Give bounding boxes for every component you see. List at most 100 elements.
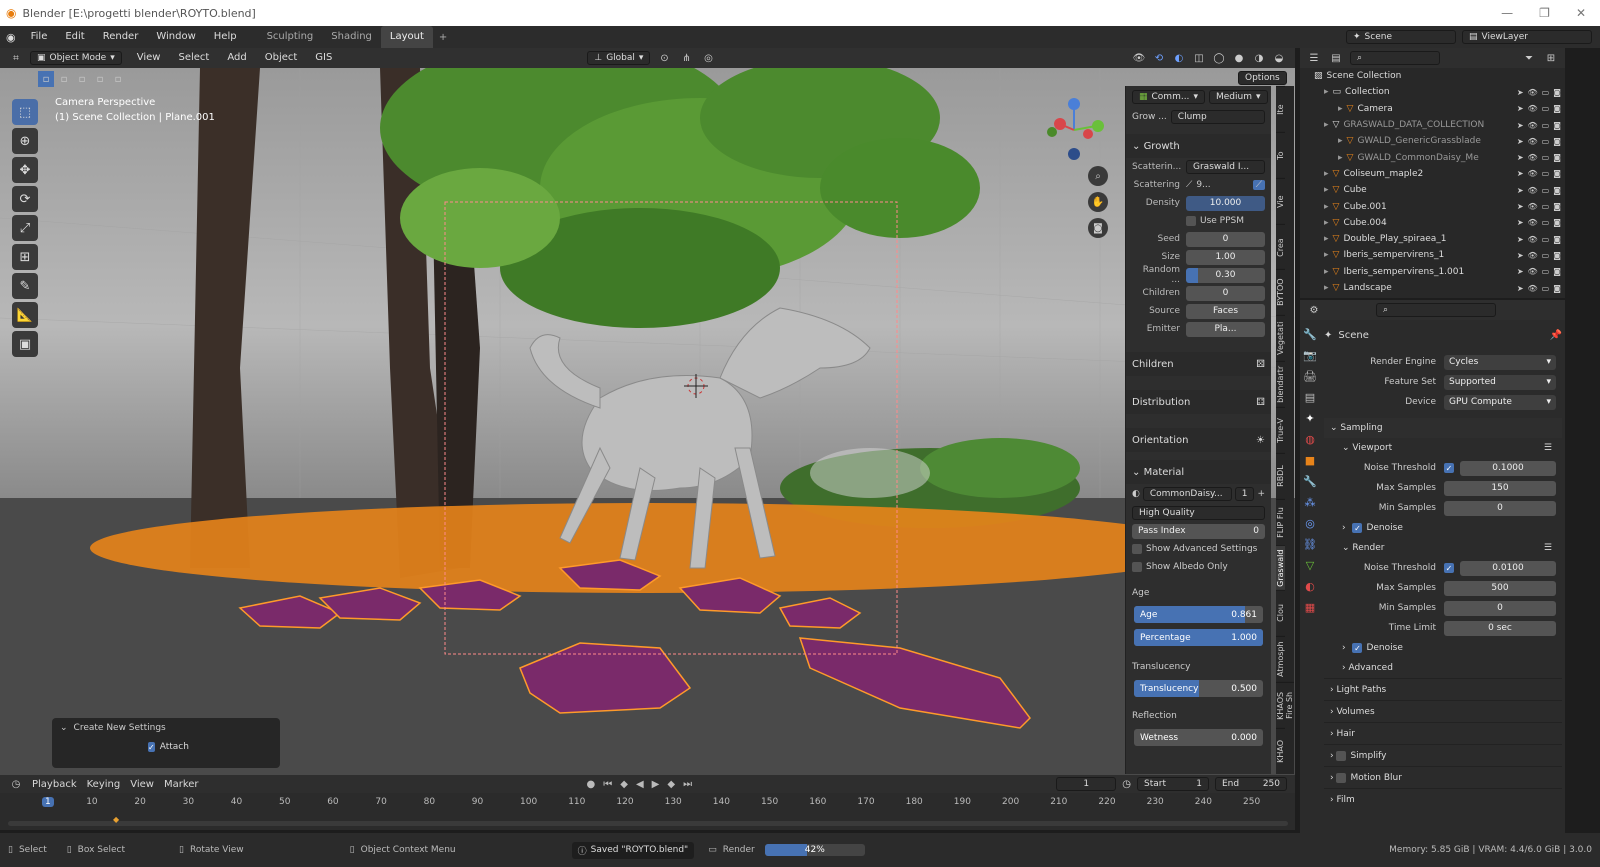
select-icon[interactable]: ➤ [1517,88,1524,97]
feature-set-selector[interactable]: Supported ▾ [1444,374,1556,390]
xray-icon[interactable]: ◫ [1191,50,1207,66]
grow-selector[interactable]: Clump [1170,110,1265,124]
measure-tool-icon[interactable]: 📐 [12,302,38,328]
menu-render[interactable]: Render [94,26,148,48]
select-icon[interactable]: ➤ [1517,202,1524,211]
outliner-item[interactable]: ▸ ▽ GWALD_CommonDaisy_Me ➤ 👁 ▭ ◙ [1300,149,1565,165]
viewport-icon[interactable]: ▭ [1542,186,1550,195]
sidebar-tab-true-v[interactable]: True-V [1276,407,1285,453]
outliner-item[interactable]: ▸ ▽ Double_Play_spiraea_1 ➤ 👁 ▭ ◙ [1300,231,1565,247]
constraints-tab-icon[interactable]: ⛓ [1303,538,1317,551]
orientation-section[interactable]: Orientation ☀ [1126,428,1271,452]
menu-file[interactable]: File [22,26,57,48]
start-frame-field[interactable]: Start 1 [1137,777,1209,791]
options-button[interactable]: Options [1238,71,1287,85]
expand-arrow-icon[interactable]: ▸ [1324,283,1329,293]
viewport-icon[interactable]: ▭ [1542,88,1550,97]
material-users[interactable]: 1 [1234,487,1255,501]
eye-icon[interactable]: 👁 [1528,267,1538,276]
redo-panel-header[interactable]: ⌄ Create New Settings [52,718,280,738]
viewport-icon[interactable]: ▭ [1542,104,1550,113]
camera-render-icon[interactable]: ◙ [1553,88,1561,97]
render-tab-icon[interactable]: 📷 [1303,349,1317,362]
orientation-selector[interactable]: ⊥ Global ▾ [587,51,651,65]
quality-selector[interactable]: Medium ▾ [1208,90,1268,104]
outliner-item[interactable]: ▸ ▽ Iberis_sempervirens_1 ➤ 👁 ▭ ◙ [1300,247,1565,263]
maximize-icon[interactable]: ❐ [1539,6,1550,20]
render-min-samples-field[interactable]: 0 [1444,600,1556,616]
select-icon[interactable]: ➤ [1517,169,1524,178]
select-icon[interactable]: ➤ [1517,186,1524,195]
sidebar-tab-atmosph[interactable]: Atmosph [1276,636,1285,683]
sidebar-tab-khaos-fire-sh[interactable]: KHAOS Fire Sh [1276,682,1294,729]
expand-arrow-icon[interactable]: ▸ [1324,185,1329,195]
panel-motion-blur[interactable]: › Motion Blur [1324,766,1562,788]
vp-min-samples-field[interactable]: 0 [1444,500,1556,516]
outliner-item[interactable]: ▸ ▽ Cube.001 ➤ 👁 ▭ ◙ [1300,198,1565,214]
rotate-tool-icon[interactable]: ⟳ [12,186,38,212]
select-new-icon[interactable]: ▫ [38,71,54,87]
timeline-menu-marker[interactable]: Marker [164,779,199,790]
material-quality-selector[interactable]: High Quality [1132,506,1265,520]
expand-arrow-icon[interactable]: ▸ [1324,120,1329,130]
select-intersect-icon[interactable]: ▫ [110,71,126,87]
eye-icon[interactable]: 👁 [1528,202,1538,211]
scale-tool-icon[interactable]: ⤢ [12,215,38,241]
camera-render-icon[interactable]: ◙ [1553,169,1561,178]
sampling-panel[interactable]: ⌄ Sampling [1324,418,1562,438]
sidebar-tab-graswald[interactable]: Graswald [1276,544,1285,591]
zoom-icon[interactable]: ⌕ [1088,166,1108,186]
viewport-icon[interactable]: ▭ [1542,202,1550,211]
cursor-tool-icon[interactable]: ⊕ [12,128,38,154]
select-icon[interactable]: ➤ [1517,153,1524,162]
eye-icon[interactable]: 👁 [1528,235,1538,244]
device-selector[interactable]: GPU Compute ▾ [1444,394,1556,410]
select-icon[interactable]: ➤ [1517,104,1524,113]
material-shading-icon[interactable]: ◑ [1251,50,1267,66]
properties-editor-icon[interactable]: ⚙ [1306,302,1322,318]
outliner-item[interactable]: ▸ ▽ Landscape ➤ 👁 ▭ ◙ [1300,280,1565,296]
viewport-icon[interactable]: ▭ [1542,251,1550,260]
panel-light-paths[interactable]: › Light Paths [1324,678,1562,700]
camera-render-icon[interactable]: ◙ [1553,137,1561,146]
viewport-icon[interactable]: ▭ [1542,218,1550,227]
field-emitter[interactable]: Pla... [1186,321,1265,337]
timeline-menu-playback[interactable]: Playback [32,779,77,790]
editor-type-icon[interactable]: ⌗ [8,50,24,66]
3d-viewport[interactable]: Camera Perspective (1) Scene Collection … [0,68,1295,775]
select-icon[interactable]: ➤ [1517,235,1524,244]
wireframe-shading-icon[interactable]: ◯ [1211,50,1227,66]
filter-icon[interactable]: ⏷ [1521,50,1537,66]
outliner-item[interactable]: ▸ ▽ Camera ➤ 👁 ▭ ◙ [1300,101,1565,117]
select-box-tool-icon[interactable]: ⬚ [12,99,38,125]
camera-view-icon[interactable]: ◙ [1088,218,1108,238]
viewlayer-selector[interactable]: ▤ ViewLayer [1462,30,1592,44]
snap-icon[interactable]: ⋔ [678,50,694,66]
timeline-menu-keying[interactable]: Keying [87,779,121,790]
menu-edit[interactable]: Edit [56,26,93,48]
eye-icon[interactable]: 👁 [1528,218,1538,227]
select-icon[interactable]: ➤ [1517,137,1524,146]
expand-arrow-icon[interactable]: ▸ [1324,169,1329,179]
render-noise-threshold-checkbox[interactable]: ✓ [1444,563,1454,573]
sidebar-tab-crea[interactable]: Crea [1276,223,1285,270]
camera-render-icon[interactable]: ◙ [1553,104,1561,113]
sidebar-tab-flip-flu[interactable]: FLIP Flu [1276,498,1285,545]
timeline-editor-icon[interactable]: ◷ [8,776,24,792]
mode-selector[interactable]: ▣ Object Mode ▾ [30,51,122,65]
show-advanced-checkbox[interactable]: Show Advanced Settings [1126,540,1271,558]
jump-end-icon[interactable]: ⏭ [683,779,692,790]
timeline-menu-view[interactable]: View [130,779,154,790]
expand-arrow-icon[interactable]: ▸ [1324,267,1329,277]
eye-icon[interactable]: 👁 [1528,153,1538,162]
close-icon[interactable]: ✕ [1576,6,1586,20]
panel-simplify[interactable]: › Simplify [1324,744,1562,766]
render-max-samples-field[interactable]: 500 [1444,580,1556,596]
outliner-item[interactable]: ▸ ▽ Cube ➤ 👁 ▭ ◙ [1300,182,1565,198]
play-reverse-icon[interactable]: ◀ [636,779,644,790]
field-density[interactable]: 10.000 [1186,195,1265,211]
new-collection-icon[interactable]: ⊞ [1543,50,1559,66]
viewport-icon[interactable]: ▭ [1542,235,1550,244]
render-engine-selector[interactable]: Cycles ▾ [1444,354,1556,370]
blender-menu-icon[interactable]: ◉ [6,31,16,44]
